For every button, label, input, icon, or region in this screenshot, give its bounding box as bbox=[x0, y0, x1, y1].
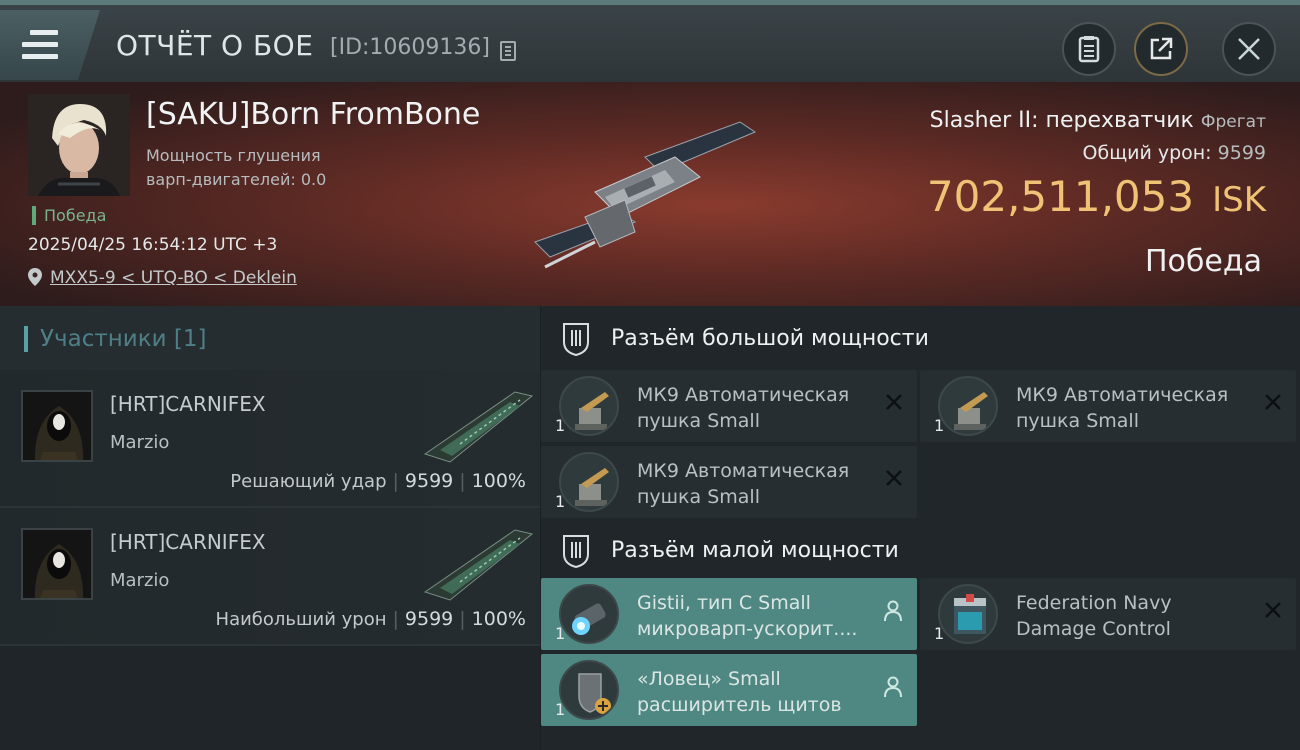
module-qty: 1 bbox=[934, 416, 945, 435]
module-name: «Ловец» Small расширитель щитов bbox=[637, 668, 842, 716]
ship-class: Фрегат bbox=[1200, 112, 1266, 132]
attacker-portrait[interactable] bbox=[21, 528, 93, 600]
total-damage-value: 9599 bbox=[1217, 142, 1266, 164]
pilot-portrait-icon bbox=[28, 94, 130, 196]
location-link[interactable]: MXX5-9 < UTQ-BO < Deklein bbox=[50, 268, 297, 288]
dropped-to-cargo-icon bbox=[884, 676, 902, 698]
attacker-corp-name[interactable]: [HRT]CARNIFEX bbox=[110, 530, 266, 554]
close-button[interactable] bbox=[1222, 22, 1276, 76]
page-title: ОТЧЁТ О БОЕ bbox=[116, 29, 314, 62]
status-badge: Победа bbox=[32, 206, 106, 225]
ship-type[interactable]: Slasher II: перехватчик Фрегат bbox=[930, 108, 1266, 133]
participants-title: Участники [1] bbox=[24, 326, 206, 352]
participants-panel: Участники [1] [HRT]CARNIFEX Marzio Решаю… bbox=[0, 306, 540, 750]
high-slot-title: Разъём большой мощности bbox=[611, 326, 929, 351]
total-damage-label: Общий урон: bbox=[1082, 142, 1212, 164]
isk-amount: 702,511,053 bbox=[926, 172, 1195, 221]
attacker-stats: Наибольший урон | 9599 | 100% bbox=[215, 608, 526, 630]
isk-value: 702,511,053 ISK bbox=[927, 172, 1266, 221]
destroyed-icon bbox=[886, 470, 902, 486]
autocannon-icon bbox=[559, 376, 619, 436]
attacker-role-label: Наибольший урон bbox=[215, 609, 387, 630]
attacker-role-label: Решающий удар bbox=[230, 471, 387, 492]
module-item[interactable]: 1 «Ловец» Small расширитель щитов bbox=[541, 654, 917, 726]
participants-header: Участники [1] bbox=[0, 306, 540, 370]
clipboard-button[interactable] bbox=[1062, 22, 1116, 76]
destroyed-icon bbox=[886, 394, 902, 410]
top-bar: ОТЧЁТ О БОЕ [ID:10609136] bbox=[0, 0, 1300, 82]
low-slot-header: Разъём малой мощности bbox=[541, 518, 1300, 582]
module-name: МК9 Автоматическая пушка Small bbox=[637, 460, 850, 508]
close-icon bbox=[1238, 38, 1260, 60]
attacker-pilot-name[interactable]: Marzio bbox=[110, 432, 169, 453]
module-item[interactable]: 1 Federation Navy Damage Control bbox=[920, 578, 1296, 650]
module-qty: 1 bbox=[555, 700, 566, 719]
high-slot-icon bbox=[563, 323, 589, 356]
module-qty: 1 bbox=[555, 624, 566, 643]
menu-button[interactable] bbox=[0, 10, 100, 80]
attacker-corp-name[interactable]: [HRT]CARNIFEX bbox=[110, 392, 266, 416]
module-qty: 1 bbox=[934, 624, 945, 643]
total-damage: Общий урон: 9599 bbox=[1083, 142, 1266, 164]
module-qty: 1 bbox=[555, 492, 566, 511]
attacker-percent: 100% bbox=[471, 608, 526, 630]
microwarpdrive-icon bbox=[559, 584, 619, 644]
kill-datetime: 2025/04/25 16:54:12 UTC +3 bbox=[28, 235, 278, 255]
autocannon-icon bbox=[938, 376, 998, 436]
dropped-to-cargo-icon bbox=[884, 600, 902, 622]
attacker-portrait-icon bbox=[23, 392, 91, 460]
attacker-damage: 9599 bbox=[404, 470, 454, 492]
attacker-portrait[interactable] bbox=[21, 390, 93, 462]
attacker-ship-image[interactable] bbox=[420, 384, 535, 464]
module-name: МК9 Автоматическая пушка Small bbox=[637, 384, 850, 432]
damage-control-icon bbox=[938, 584, 998, 644]
autocannon-icon bbox=[559, 452, 619, 512]
low-slot-title: Разъём малой мощности bbox=[611, 538, 899, 563]
module-name: МК9 Автоматическая пушка Small bbox=[1016, 384, 1229, 432]
module-name: Federation Navy Damage Control bbox=[1016, 592, 1172, 640]
victim-name[interactable]: [SAKU]Born FromBone bbox=[146, 97, 480, 132]
share-button[interactable] bbox=[1134, 22, 1188, 76]
attacker-row[interactable]: [HRT]CARNIFEX Marzio Наибольший урон | 959… bbox=[0, 508, 540, 646]
copy-icon[interactable] bbox=[500, 41, 516, 61]
ship-name: Slasher II: перехватчик bbox=[929, 108, 1194, 133]
module-item[interactable]: 1 МК9 Автоматическая пушка Small bbox=[541, 446, 917, 518]
hamburger-icon bbox=[22, 30, 58, 60]
report-id: [ID:10609136] bbox=[330, 35, 490, 60]
fitting-panel: Разъём большой мощности 1 МК9 Автоматиче… bbox=[541, 306, 1300, 750]
attacker-percent: 100% bbox=[471, 470, 526, 492]
victim-portrait[interactable] bbox=[28, 94, 130, 196]
shield-extender-icon bbox=[559, 660, 619, 720]
victim-summary: [SAKU]Born FromBone Мощность глушения ва… bbox=[0, 82, 1300, 306]
attacker-ship-image[interactable] bbox=[420, 522, 535, 602]
clipboard-icon bbox=[1078, 36, 1100, 63]
destroyed-icon bbox=[1265, 602, 1281, 618]
module-item[interactable]: 1 МК9 Автоматическая пушка Small bbox=[920, 370, 1296, 442]
attacker-portrait-icon bbox=[23, 530, 91, 598]
module-qty: 1 bbox=[555, 416, 566, 435]
attacker-row[interactable]: [HRT]CARNIFEX Marzio Решающий удар | 9599 |… bbox=[0, 370, 540, 508]
isk-unit: ISK bbox=[1212, 180, 1266, 220]
module-name: Gistii, тип C Small микроварп-ускорит...… bbox=[637, 592, 858, 640]
attacker-pilot-name[interactable]: Marzio bbox=[110, 570, 169, 591]
module-item[interactable]: 1 МК9 Автоматическая пушка Small bbox=[541, 370, 917, 442]
location-pin-icon bbox=[28, 268, 42, 286]
result-label: Победа bbox=[1145, 244, 1262, 279]
share-icon bbox=[1150, 37, 1173, 60]
attacker-stats: Решающий удар | 9599 | 100% bbox=[230, 470, 526, 492]
module-item[interactable]: 1 Gistii, тип C Small микроварп-ускорит.… bbox=[541, 578, 917, 650]
warp-jam-strength: Мощность глушения варп-двигателей: 0.0 bbox=[146, 146, 327, 189]
high-slot-header: Разъём большой мощности bbox=[541, 306, 1300, 370]
destroyed-icon bbox=[1265, 394, 1281, 410]
victim-ship-image[interactable] bbox=[525, 102, 775, 282]
low-slot-icon bbox=[563, 535, 589, 568]
attacker-damage: 9599 bbox=[404, 608, 454, 630]
